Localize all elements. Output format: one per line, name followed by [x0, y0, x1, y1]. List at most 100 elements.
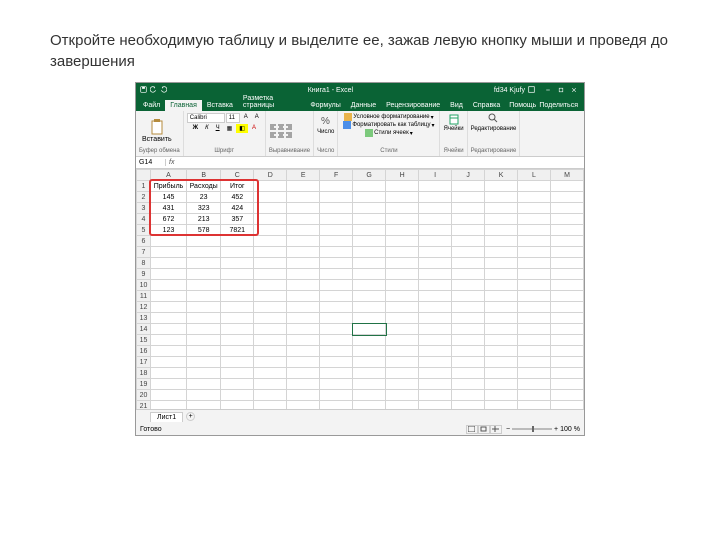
cell[interactable] [550, 346, 583, 357]
cell[interactable] [550, 236, 583, 247]
cell[interactable] [452, 313, 485, 324]
cell[interactable] [221, 313, 254, 324]
cell[interactable] [221, 379, 254, 390]
cell[interactable] [353, 390, 386, 401]
cell[interactable] [353, 203, 386, 214]
cell[interactable]: 7821 [221, 225, 254, 236]
cell[interactable] [386, 269, 419, 280]
cell[interactable] [221, 291, 254, 302]
cell[interactable] [386, 401, 419, 410]
cell[interactable] [221, 390, 254, 401]
cell[interactable] [353, 313, 386, 324]
tab-file[interactable]: Файл [138, 100, 165, 111]
cell[interactable] [151, 390, 187, 401]
cell[interactable] [287, 192, 320, 203]
cell[interactable] [353, 247, 386, 258]
cell[interactable] [518, 280, 551, 291]
cell[interactable]: 145 [151, 192, 187, 203]
cells-button[interactable]: Ячейки [443, 113, 463, 148]
cell[interactable] [518, 214, 551, 225]
cell[interactable] [452, 379, 485, 390]
cell[interactable] [287, 225, 320, 236]
cell[interactable] [485, 291, 518, 302]
cell[interactable] [254, 291, 287, 302]
cell[interactable] [187, 401, 221, 410]
cell[interactable] [221, 236, 254, 247]
col-header[interactable]: I [419, 170, 452, 181]
cell[interactable] [151, 236, 187, 247]
cond-fmt-button[interactable]: Условное форматирование▾ [342, 113, 435, 121]
cell[interactable] [419, 236, 452, 247]
cell[interactable] [187, 368, 221, 379]
cell[interactable] [419, 247, 452, 258]
cell[interactable] [550, 247, 583, 258]
cell[interactable] [254, 269, 287, 280]
cell[interactable] [254, 302, 287, 313]
italic-button[interactable]: К [202, 124, 212, 133]
cell[interactable] [485, 335, 518, 346]
cell[interactable]: 578 [187, 225, 221, 236]
cell[interactable] [386, 302, 419, 313]
cell[interactable] [419, 390, 452, 401]
cell[interactable] [550, 280, 583, 291]
row-header[interactable]: 13 [137, 313, 151, 324]
cell[interactable] [221, 346, 254, 357]
cell[interactable] [485, 324, 518, 335]
cell[interactable] [287, 401, 320, 410]
cell[interactable] [287, 390, 320, 401]
cell[interactable] [419, 225, 452, 236]
cell[interactable] [452, 280, 485, 291]
cell[interactable]: 431 [151, 203, 187, 214]
cell[interactable] [452, 236, 485, 247]
cell[interactable] [485, 181, 518, 192]
cell[interactable] [550, 258, 583, 269]
cell[interactable] [287, 313, 320, 324]
cell[interactable] [353, 302, 386, 313]
cell[interactable] [353, 269, 386, 280]
col-header[interactable]: A [151, 170, 187, 181]
cell[interactable]: 323 [187, 203, 221, 214]
cell[interactable] [221, 280, 254, 291]
cell[interactable] [550, 368, 583, 379]
cell[interactable] [320, 181, 353, 192]
cell[interactable] [221, 269, 254, 280]
cell[interactable]: Расходы [187, 181, 221, 192]
cell[interactable] [419, 368, 452, 379]
cell[interactable] [187, 280, 221, 291]
cell[interactable] [419, 258, 452, 269]
minimize-button[interactable] [542, 85, 554, 95]
cell[interactable] [353, 225, 386, 236]
cell[interactable] [485, 368, 518, 379]
tell-me[interactable]: Помощь [509, 102, 536, 109]
cell[interactable] [518, 247, 551, 258]
cell[interactable] [550, 335, 583, 346]
row-header[interactable]: 15 [137, 335, 151, 346]
cell[interactable] [452, 291, 485, 302]
cell[interactable] [386, 313, 419, 324]
cell[interactable] [187, 357, 221, 368]
cell[interactable] [518, 269, 551, 280]
cell[interactable] [353, 368, 386, 379]
cell[interactable] [187, 247, 221, 258]
cell[interactable] [518, 346, 551, 357]
cell[interactable] [485, 269, 518, 280]
cell[interactable] [187, 302, 221, 313]
cell[interactable] [320, 214, 353, 225]
cell[interactable] [518, 302, 551, 313]
cell[interactable] [550, 379, 583, 390]
underline-button[interactable]: Ч [213, 124, 223, 133]
col-header[interactable]: H [386, 170, 419, 181]
tab-view[interactable]: Вид [445, 100, 468, 111]
cell[interactable] [485, 346, 518, 357]
cell[interactable] [187, 346, 221, 357]
cell[interactable] [221, 247, 254, 258]
cell[interactable] [320, 291, 353, 302]
cell[interactable] [485, 214, 518, 225]
cell[interactable] [287, 357, 320, 368]
cell[interactable]: 452 [221, 192, 254, 203]
cell[interactable] [151, 324, 187, 335]
cell[interactable] [151, 302, 187, 313]
cell[interactable] [452, 214, 485, 225]
ribbon-opts-icon[interactable] [528, 86, 535, 95]
cell[interactable] [320, 379, 353, 390]
